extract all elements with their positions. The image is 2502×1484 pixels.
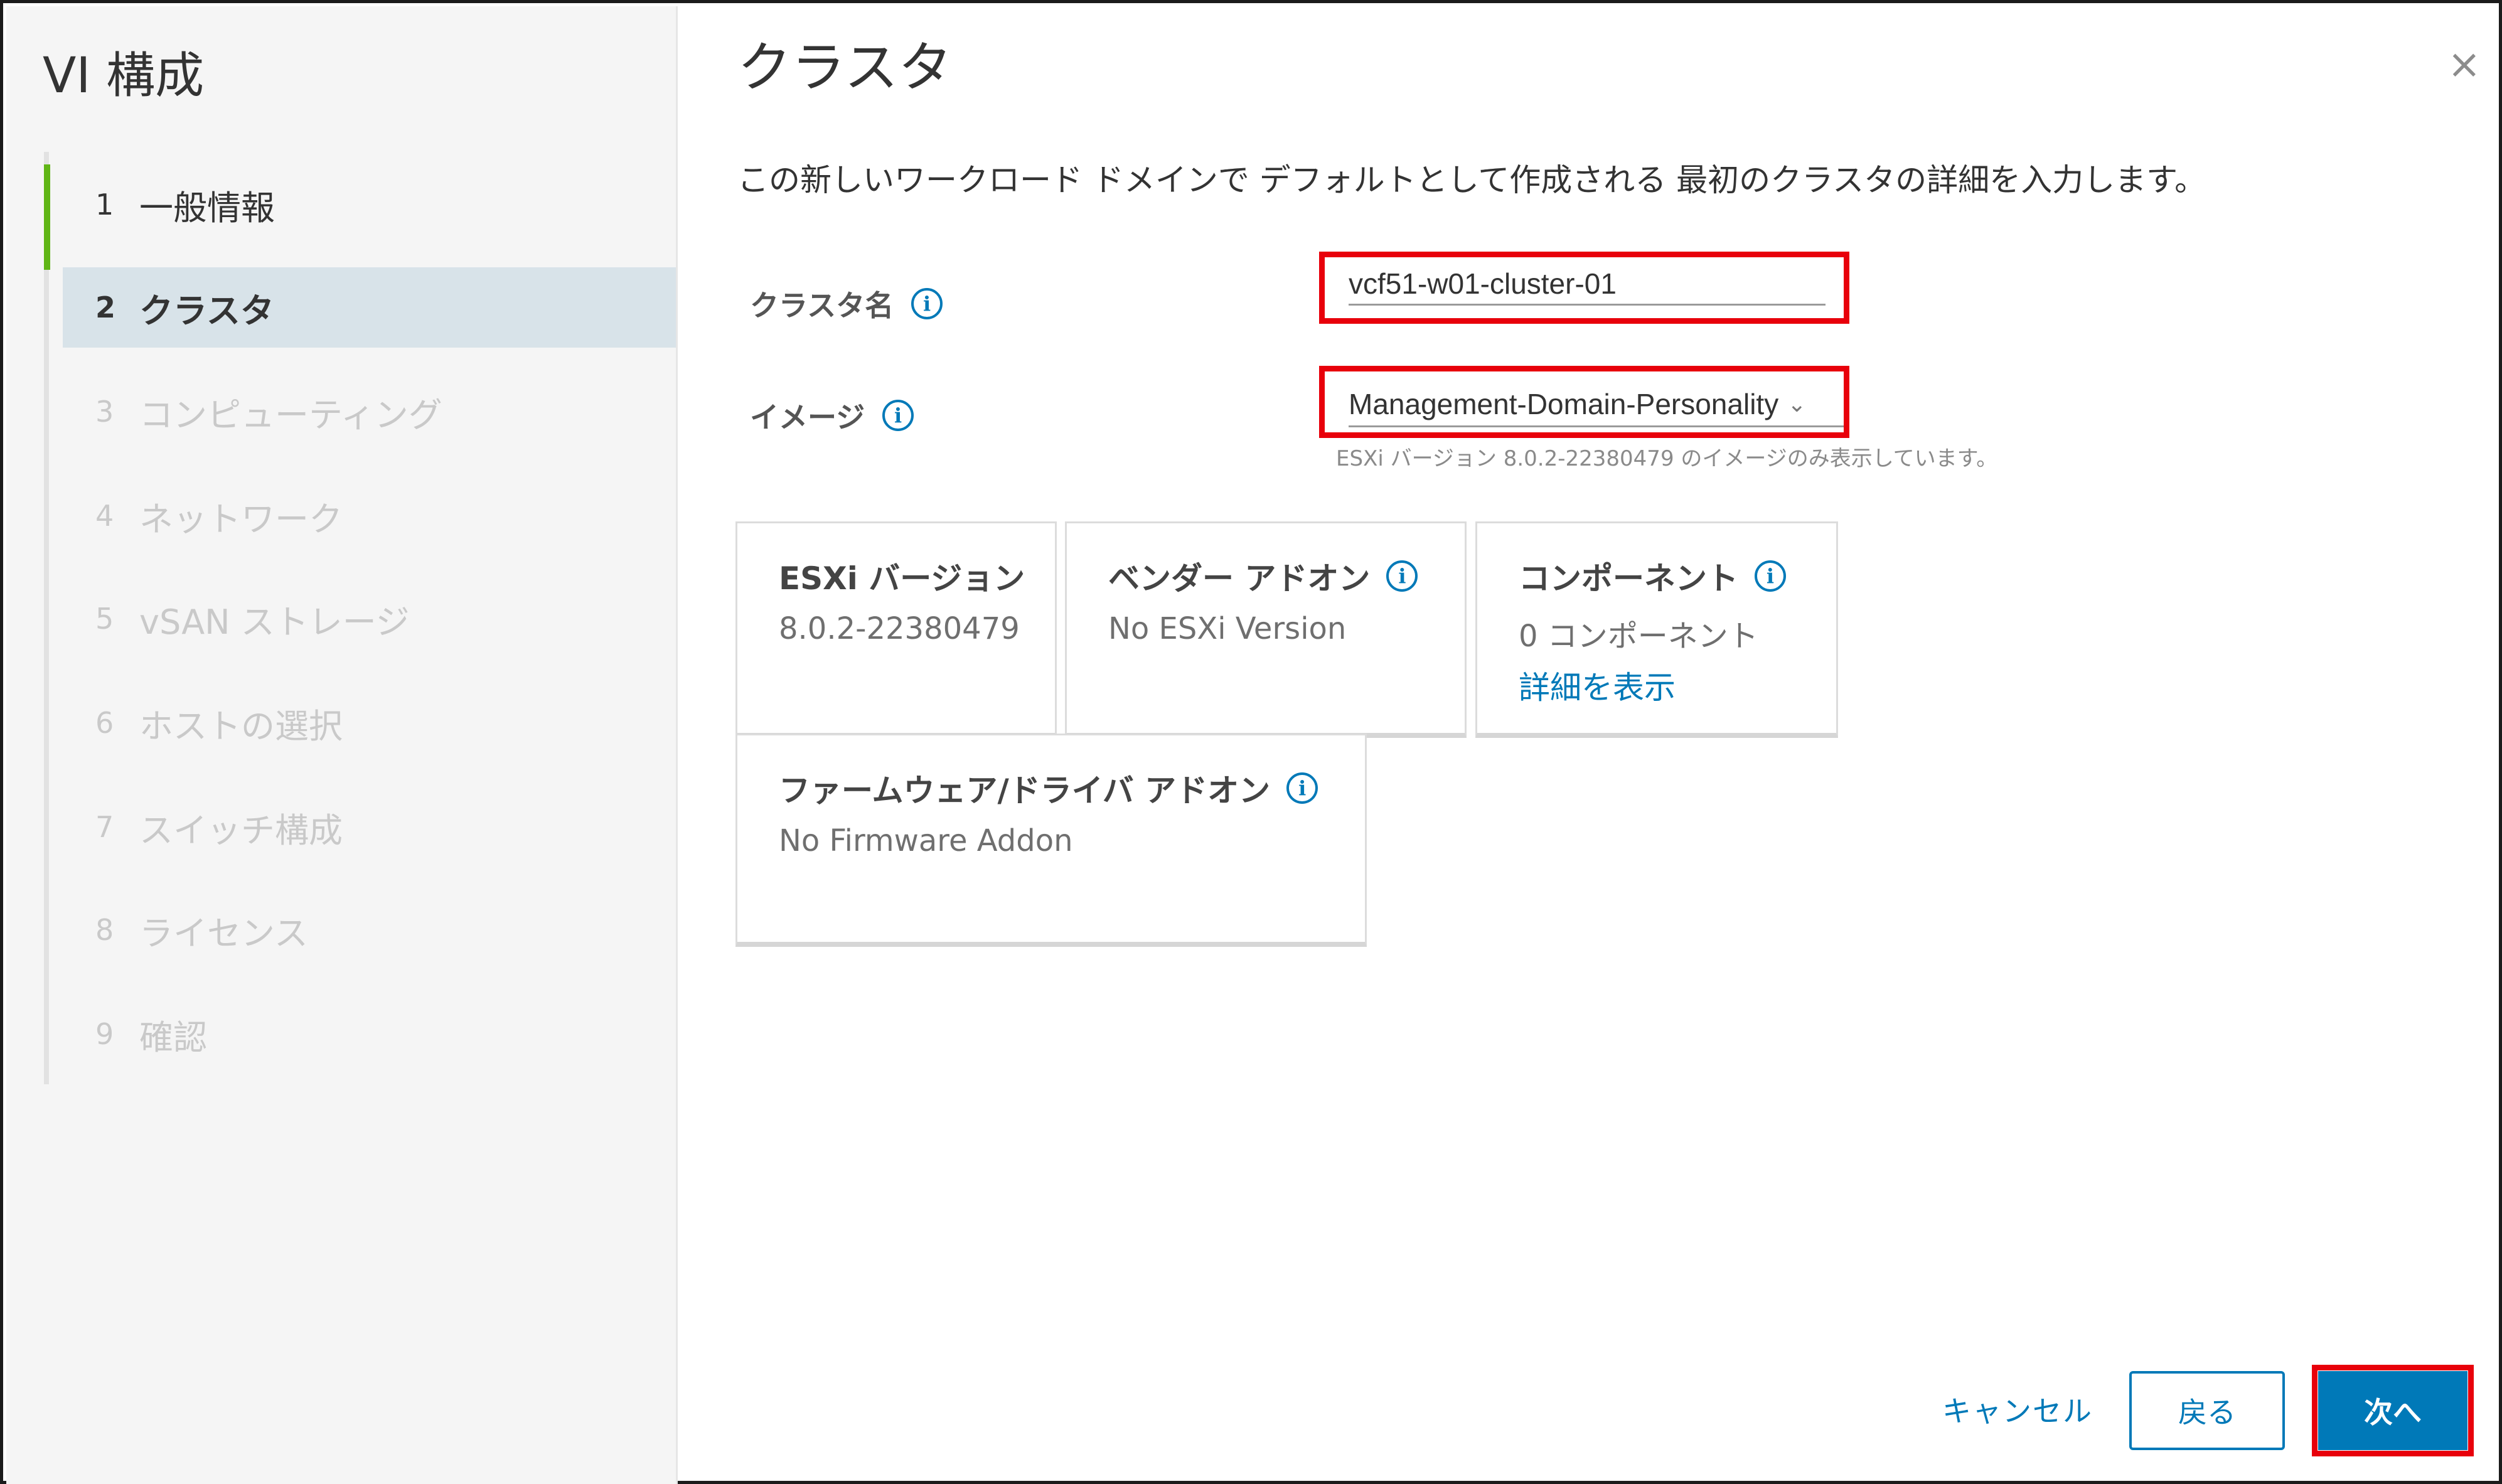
step-network: 4 ネットワーク <box>50 476 676 556</box>
card-title-text: ESXi バージョン <box>779 560 1025 597</box>
step-host-selection: 6 ホストの選択 <box>50 683 676 763</box>
cluster-name-label-text: クラスタ名 <box>750 289 894 323</box>
highlight-box-cluster-name <box>1319 252 1849 324</box>
step-label: 一般情報 <box>139 188 275 228</box>
image-label-text: イメージ <box>750 400 865 434</box>
step-number: 1 <box>95 188 114 222</box>
image-label: イメージ i <box>750 395 914 436</box>
image-hint: ESXi バージョン 8.0.2-22380479 のイメージのみ表示しています… <box>1336 446 1998 471</box>
show-details-link[interactable]: 詳細を表示 <box>1519 663 1676 708</box>
card-title-text: ファームウェア/ドライバ アドオン <box>779 772 1271 809</box>
card-value: No Firmware Addon <box>779 823 1073 858</box>
highlight-box-image <box>1319 366 1849 438</box>
steps-rail <box>44 152 49 1084</box>
card-title: ファームウェア/ドライバ アドオン i <box>779 766 1318 811</box>
step-number: 7 <box>95 810 114 844</box>
card-vendor-addon: ベンダー アドオン i No ESXi Version <box>1065 521 1467 738</box>
cancel-button[interactable]: キャンセル <box>1942 1389 2093 1430</box>
step-general-info[interactable]: 1 一般情報 <box>44 164 676 270</box>
card-title-text: ベンダー アドオン <box>1108 560 1371 597</box>
step-switch-config: 7 スイッチ構成 <box>50 787 676 867</box>
wizard-sidebar: VI 構成 1 一般情報 2 クラスタ 3 コンピューティング 4 ネットワーク… <box>6 6 678 1484</box>
step-label: スイッチ構成 <box>139 810 343 850</box>
step-label: 確認 <box>139 1017 207 1057</box>
cluster-name-label: クラスタ名 i <box>750 283 943 324</box>
completed-indicator <box>44 164 50 270</box>
step-number: 6 <box>95 706 114 740</box>
card-components: コンポーネント i 0 コンポーネント 詳細を表示 <box>1475 521 1838 738</box>
card-title: ベンダー アドオン i <box>1108 553 1418 599</box>
info-icon[interactable]: i <box>1286 772 1318 804</box>
page-title: クラスタ <box>737 36 953 99</box>
step-label: ライセンス <box>139 913 308 953</box>
card-title-text: コンポーネント <box>1519 560 1738 597</box>
step-number: 4 <box>95 499 114 533</box>
step-number: 9 <box>95 1017 114 1051</box>
info-icon[interactable]: i <box>1386 560 1418 592</box>
step-vsan-storage: 5 vSAN ストレージ <box>50 579 676 659</box>
highlight-box-next <box>2312 1365 2474 1456</box>
step-number: 8 <box>95 913 114 947</box>
step-cluster[interactable]: 2 クラスタ <box>63 267 676 348</box>
card-value: 8.0.2-22380479 <box>779 611 1020 646</box>
close-icon[interactable]: × <box>2447 45 2481 85</box>
step-label: vSAN ストレージ <box>139 602 410 642</box>
card-value: 0 コンポーネント <box>1519 619 1758 654</box>
info-icon[interactable]: i <box>882 400 914 431</box>
card-title: ESXi バージョン <box>779 553 1025 599</box>
step-label: ホストの選択 <box>139 706 343 746</box>
step-review: 9 確認 <box>50 994 676 1074</box>
back-button[interactable]: 戻る <box>2129 1371 2285 1450</box>
step-number: 3 <box>95 395 114 429</box>
wizard-dialog: VI 構成 1 一般情報 2 クラスタ 3 コンピューティング 4 ネットワーク… <box>0 0 2502 1484</box>
step-label: ネットワーク <box>139 499 343 539</box>
card-title: コンポーネント i <box>1519 553 1786 599</box>
step-number: 5 <box>95 602 114 636</box>
step-label: クラスタ <box>139 291 274 331</box>
card-firmware-driver-addon: ファームウェア/ドライバ アドオン i No Firmware Addon <box>735 734 1367 947</box>
step-compute: 3 コンピューティング <box>50 371 676 452</box>
wizard-title: VI 構成 <box>43 48 205 104</box>
card-value: No ESXi Version <box>1108 611 1347 646</box>
step-number: 2 <box>95 291 116 324</box>
step-label: コンピューティング <box>139 395 442 435</box>
info-icon[interactable]: i <box>911 288 943 319</box>
step-license: 8 ライセンス <box>50 890 676 970</box>
page-description: この新しいワークロード ドメインで デフォルトとして作成される 最初のクラスタの… <box>737 162 2206 198</box>
card-esxi-version: ESXi バージョン 8.0.2-22380479 <box>735 521 1057 738</box>
info-icon[interactable]: i <box>1755 560 1786 592</box>
